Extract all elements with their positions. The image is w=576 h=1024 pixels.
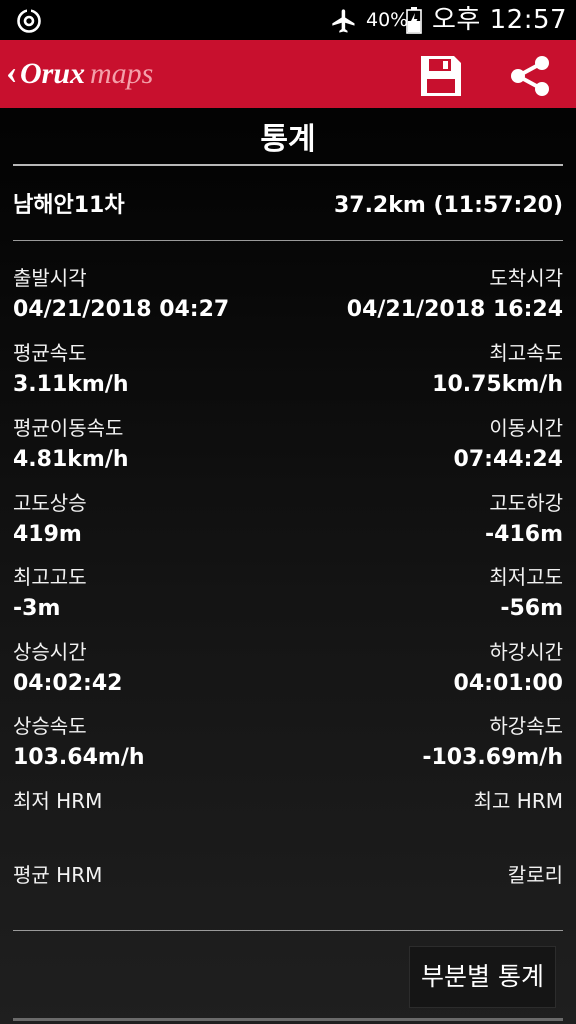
stat-max-speed-value: 10.75km/h bbox=[432, 372, 563, 397]
app-sync-icon bbox=[17, 9, 41, 33]
stat-descent-time-value: 04:01:00 bbox=[453, 671, 563, 696]
stat-calories-label: 칼로리 bbox=[507, 863, 563, 887]
stat-avg-speed-label: 평균속도 bbox=[13, 341, 87, 365]
page-title: 통계 bbox=[260, 122, 316, 157]
stat-descent-speed-label: 하강속도 bbox=[489, 714, 563, 738]
title-divider bbox=[13, 164, 563, 166]
stat-avg-moving-speed-value: 4.81km/h bbox=[13, 447, 129, 472]
stat-min-altitude-label: 최저고도 bbox=[489, 565, 563, 589]
track-divider bbox=[13, 240, 563, 241]
stat-max-altitude-value: -3m bbox=[13, 596, 61, 621]
stat-departure-label: 출발시각 bbox=[13, 266, 87, 290]
stat-avg-moving-speed-label: 평균이동속도 bbox=[13, 416, 124, 440]
status-bar: 40% 오후 12:57 bbox=[0, 0, 576, 40]
stat-ascent-time-label: 상승시간 bbox=[13, 640, 87, 664]
logo-sub-text: maps bbox=[90, 57, 153, 90]
stat-ascent-speed-value: 103.64m/h bbox=[13, 745, 145, 770]
stat-min-altitude-value: -56m bbox=[500, 596, 563, 621]
stat-arrival-label: 도착시각 bbox=[489, 266, 563, 290]
airplane-mode-icon bbox=[332, 9, 355, 33]
partial-stats-button[interactable]: 부분별 통계 bbox=[409, 946, 556, 1008]
track-summary: 37.2km (11:57:20) bbox=[333, 193, 563, 218]
stat-arrival-value: 04/21/2018 16:24 bbox=[346, 297, 563, 322]
stat-departure-value: 04/21/2018 04:27 bbox=[13, 297, 230, 322]
stats-divider bbox=[13, 930, 563, 931]
stat-elevation-loss-label: 고도하강 bbox=[489, 491, 563, 515]
bottom-divider bbox=[13, 1018, 563, 1021]
logo-main-text: Orux bbox=[20, 57, 85, 90]
floppy-save-icon[interactable] bbox=[418, 53, 464, 99]
stat-avg-speed-value: 3.11km/h bbox=[13, 372, 129, 397]
share-icon[interactable] bbox=[506, 52, 554, 100]
stat-max-speed-label: 최고속도 bbox=[489, 341, 563, 365]
stat-ascent-time-value: 04:02:42 bbox=[13, 671, 123, 696]
status-time: 오후 12:57 bbox=[432, 5, 568, 35]
stat-ascent-speed-label: 상승속도 bbox=[13, 714, 87, 738]
stat-elevation-gain-label: 고도상승 bbox=[13, 491, 87, 515]
stat-moving-time-label: 이동시간 bbox=[489, 416, 563, 440]
stat-max-hrm-label: 최고 HRM bbox=[473, 789, 563, 813]
battery-charging-icon bbox=[406, 7, 422, 34]
stat-descent-time-label: 하강시간 bbox=[489, 640, 563, 664]
stat-moving-time-value: 07:44:24 bbox=[453, 447, 563, 472]
statistics-screen: 40% 오후 12:57 ‹ Orux maps 통계 남해안11차 37.2k… bbox=[0, 0, 576, 1024]
stat-elevation-gain-value: 419m bbox=[13, 522, 82, 547]
battery-percentage: 40% bbox=[366, 9, 409, 31]
stat-max-altitude-label: 최고고도 bbox=[13, 565, 87, 589]
stat-descent-speed-value: -103.69m/h bbox=[422, 745, 563, 770]
stat-elevation-loss-value: -416m bbox=[485, 522, 563, 547]
track-name: 남해안11차 bbox=[13, 193, 125, 218]
oruxmaps-logo[interactable]: ‹ Orux maps bbox=[6, 50, 156, 94]
logo-back-chevron: ‹ bbox=[6, 54, 17, 91]
stat-min-hrm-label: 최저 HRM bbox=[13, 789, 103, 813]
stat-avg-hrm-label: 평균 HRM bbox=[13, 863, 103, 887]
